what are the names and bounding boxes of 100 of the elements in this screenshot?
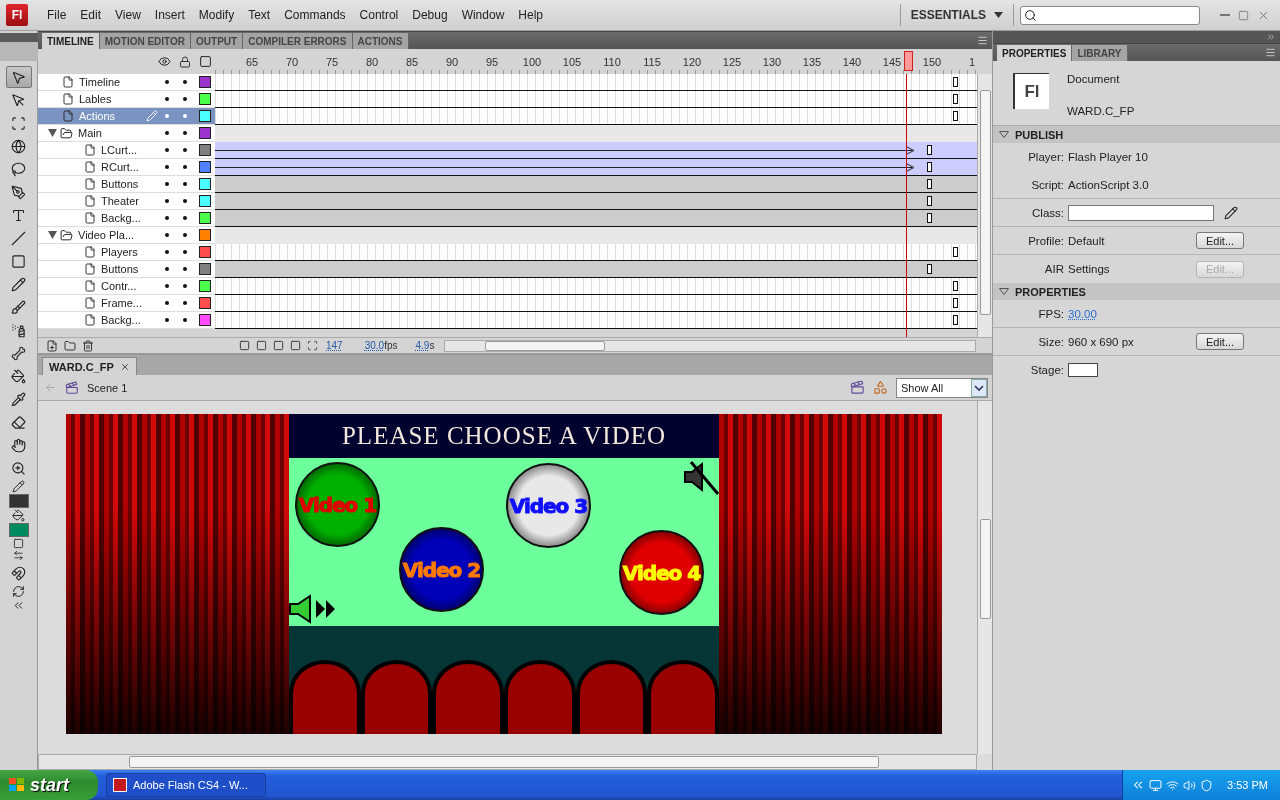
layer-row[interactable]: Backg... — [38, 210, 215, 227]
layer-color-swatch[interactable] — [199, 144, 211, 156]
menu-item[interactable]: Commands — [277, 5, 353, 25]
frame-rate[interactable]: 30.0 — [364, 340, 385, 351]
new-folder-icon[interactable] — [64, 339, 76, 352]
layer-color-swatch[interactable] — [199, 93, 211, 105]
horizontal-scrollbar[interactable] — [38, 754, 977, 770]
lock-icon[interactable] — [179, 55, 191, 68]
expand-triangle-icon[interactable] — [48, 129, 57, 137]
visibility-dot[interactable] — [165, 301, 169, 305]
lock-dot[interactable] — [183, 148, 187, 152]
panel-tab[interactable]: ACTIONS — [352, 33, 409, 49]
security-icon[interactable] — [1200, 778, 1214, 792]
property-link[interactable]: 30.00 — [1068, 307, 1244, 320]
layer-row[interactable]: LCurt... — [38, 142, 215, 159]
layer-color-swatch[interactable] — [199, 229, 211, 241]
layer-color-swatch[interactable] — [199, 195, 211, 207]
visibility-dot[interactable] — [165, 148, 169, 152]
lock-dot[interactable] — [183, 250, 187, 254]
lock-dot[interactable] — [183, 80, 187, 84]
lock-dot[interactable] — [183, 233, 187, 237]
layer-color-swatch[interactable] — [199, 161, 211, 173]
visibility-dot[interactable] — [165, 165, 169, 169]
zoom-select[interactable]: Show All — [896, 377, 988, 398]
panel-tab[interactable]: PROPERTIES — [997, 45, 1073, 61]
horizontal-scrollbar[interactable] — [444, 339, 976, 352]
layer-color-swatch[interactable] — [199, 178, 211, 190]
menu-item[interactable]: Insert — [147, 5, 192, 25]
menu-item[interactable]: Text — [241, 5, 278, 25]
layer-row[interactable]: Contr... — [38, 278, 215, 295]
document-tab[interactable]: WARD.C_FP — [42, 357, 137, 375]
layer-color-swatch[interactable] — [199, 76, 211, 88]
lock-dot[interactable] — [183, 318, 187, 322]
network-icon[interactable] — [1149, 778, 1163, 792]
layer-color-swatch[interactable] — [199, 246, 211, 258]
layer-color-swatch[interactable] — [199, 110, 211, 122]
visibility-dot[interactable] — [165, 267, 169, 271]
menu-item[interactable]: Modify — [191, 5, 242, 25]
lock-dot[interactable] — [183, 165, 187, 169]
vertical-scrollbar[interactable] — [977, 401, 992, 754]
lock-dot[interactable] — [183, 182, 187, 186]
layer-row[interactable]: Main — [38, 125, 215, 142]
wireless-icon[interactable] — [1166, 778, 1180, 792]
visibility-dot[interactable] — [165, 114, 169, 118]
stage-color-swatch[interactable] — [1068, 363, 1098, 377]
visibility-dot[interactable] — [165, 199, 169, 203]
layer-color-swatch[interactable] — [199, 263, 211, 275]
trash-icon[interactable] — [82, 339, 94, 352]
visibility-dot[interactable] — [165, 97, 169, 101]
vertical-scrollbar[interactable] — [977, 74, 992, 337]
visibility-dot[interactable] — [165, 233, 169, 237]
lock-dot[interactable] — [183, 131, 187, 135]
section-header[interactable]: PUBLISH — [993, 126, 1280, 143]
visibility-dot[interactable] — [165, 182, 169, 186]
panel-menu-icon[interactable] — [1265, 47, 1276, 58]
layer-color-swatch[interactable] — [199, 280, 211, 292]
search-field[interactable] — [1020, 5, 1200, 25]
class-input-field[interactable] — [1068, 204, 1214, 221]
lock-dot[interactable] — [183, 199, 187, 203]
layer-row[interactable]: Players — [38, 244, 215, 261]
layer-color-swatch[interactable] — [199, 127, 211, 139]
menu-item[interactable]: Debug — [405, 5, 455, 25]
expand-triangle-icon[interactable] — [48, 231, 57, 239]
start-button[interactable]: start — [0, 770, 98, 800]
taskbar-window-button[interactable]: Adobe Flash CS4 - W... — [106, 773, 266, 797]
edit-button[interactable]: Edit... — [1196, 333, 1244, 350]
outline-icon[interactable] — [199, 55, 212, 68]
menu-item[interactable]: Edit — [73, 5, 109, 25]
visibility-dot[interactable] — [165, 216, 169, 220]
layer-row[interactable]: Lables — [38, 91, 215, 108]
current-frame[interactable]: 147 — [326, 340, 343, 351]
layer-row[interactable]: Buttons — [38, 261, 215, 278]
layer-color-swatch[interactable] — [199, 314, 211, 326]
lock-dot[interactable] — [183, 216, 187, 220]
panel-tab[interactable]: COMPILER ERRORS — [243, 33, 353, 49]
layer-row[interactable]: Video Pla... — [38, 227, 215, 244]
panel-tab[interactable]: MOTION EDITOR — [99, 33, 192, 49]
layer-row[interactable]: Buttons — [38, 176, 215, 193]
visibility-dot[interactable] — [165, 284, 169, 288]
visibility-dot[interactable] — [165, 80, 169, 84]
section-header[interactable]: PROPERTIES — [993, 283, 1280, 300]
close-icon[interactable] — [119, 361, 130, 372]
menu-item[interactable]: File — [40, 5, 74, 25]
stroke-color-swatch[interactable] — [8, 494, 29, 508]
menu-item[interactable]: Help — [511, 5, 550, 25]
panel-tab[interactable]: OUTPUT — [191, 33, 244, 49]
menu-item[interactable]: Window — [454, 5, 512, 25]
edit-button[interactable]: Edit... — [1196, 232, 1244, 249]
section-triangle-icon[interactable] — [999, 288, 1009, 295]
lock-dot[interactable] — [183, 114, 187, 118]
layer-row[interactable]: Theater — [38, 193, 215, 210]
new-layer-icon[interactable] — [46, 339, 58, 352]
visibility-dot[interactable] — [165, 318, 169, 322]
tool-button[interactable] — [5, 66, 32, 88]
edit-scene-icon[interactable] — [850, 380, 865, 395]
layer-row[interactable]: RCurt... — [38, 159, 215, 176]
workspace-switcher[interactable]: ESSENTIALS — [899, 4, 1014, 26]
visibility-dot[interactable] — [165, 250, 169, 254]
scene-name[interactable]: Scene 1 — [87, 381, 128, 394]
menu-item[interactable]: View — [108, 5, 148, 25]
